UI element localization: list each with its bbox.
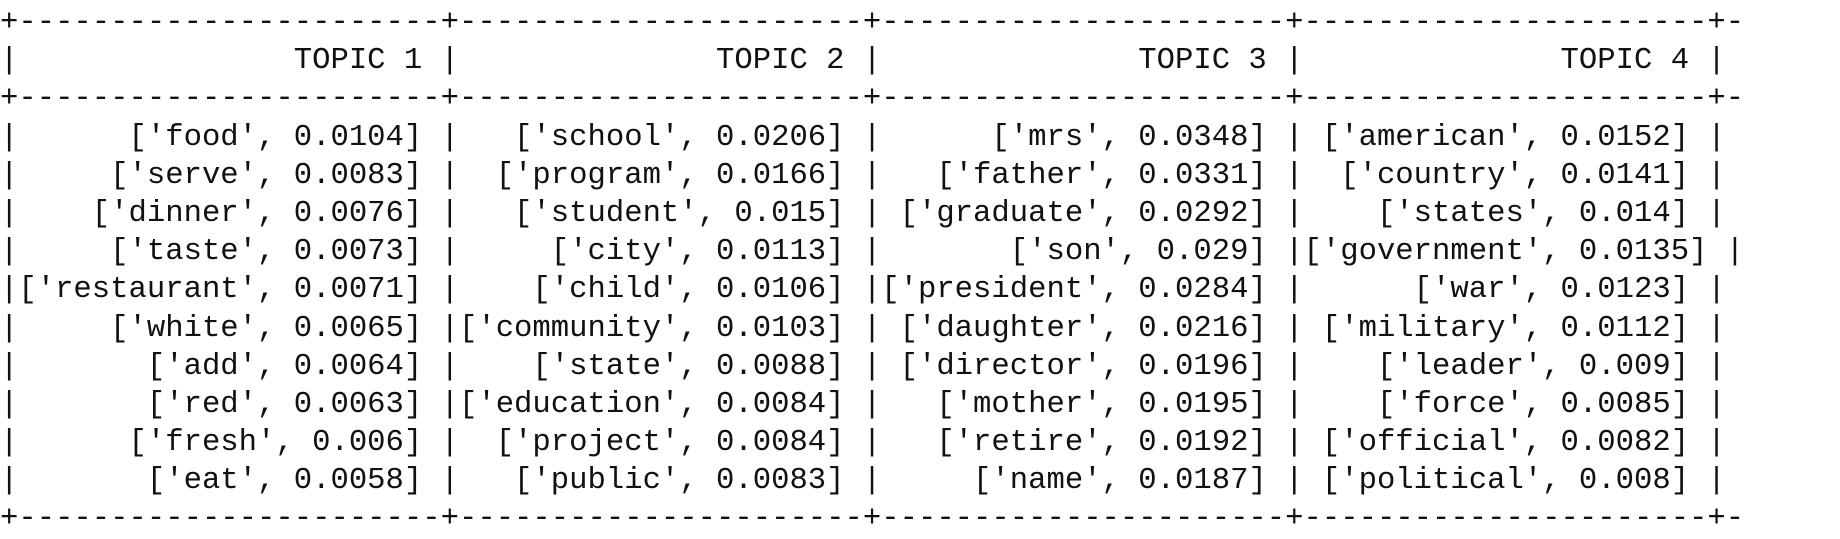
table-row: | ['serve', 0.0083] | ['program', 0.0166…: [0, 158, 1726, 193]
cell-r2-c1: ['student', 0.015]: [458, 196, 863, 231]
header-topic-3: TOPIC 3: [881, 44, 1286, 79]
cell-r1-c3: ['country', 0.0141]: [1303, 158, 1708, 193]
cell-r6-c3: ['leader', 0.009]: [1303, 349, 1708, 384]
cell-r4-c3: ['war', 0.0123]: [1303, 273, 1708, 308]
cell-r8-c0: ['fresh', 0.006]: [18, 426, 441, 461]
cell-r0-c1: ['school', 0.0206]: [458, 120, 863, 155]
table-row: | ['white', 0.0065] |['community', 0.010…: [0, 311, 1726, 346]
cell-r4-c1: ['child', 0.0106]: [458, 273, 863, 308]
cell-r6-c0: ['add', 0.0064]: [18, 349, 441, 384]
cell-r2-c0: ['dinner', 0.0076]: [18, 196, 441, 231]
cell-r2-c2: ['graduate', 0.0292]: [881, 196, 1286, 231]
cell-r4-c0: ['restaurant', 0.0071]: [18, 273, 441, 308]
cell-r8-c2: ['retire', 0.0192]: [881, 426, 1286, 461]
table-row: | ['add', 0.0064] | ['state', 0.0088] | …: [0, 349, 1726, 384]
cell-r8-c1: ['project', 0.0084]: [458, 426, 863, 461]
cell-r5-c2: ['daughter', 0.0216]: [881, 311, 1286, 346]
table-row: | ['red', 0.0063] |['education', 0.0084]…: [0, 387, 1726, 422]
topic-table: +-----------------------+---------------…: [0, 4, 1744, 539]
cell-r1-c0: ['serve', 0.0083]: [18, 158, 441, 193]
cell-r7-c0: ['red', 0.0063]: [18, 387, 441, 422]
cell-r3-c0: ['taste', 0.0073]: [18, 235, 441, 270]
table-row: | ['taste', 0.0073] | ['city', 0.0113] |…: [0, 235, 1745, 270]
cell-r0-c2: ['mrs', 0.0348]: [881, 120, 1286, 155]
cell-r3-c3: ['government', 0.0135]: [1303, 235, 1726, 270]
cell-r4-c2: ['president', 0.0284]: [881, 273, 1286, 308]
table-border-bottom: +-----------------------+---------------…: [0, 502, 1745, 537]
cell-r0-c3: ['american', 0.0152]: [1303, 120, 1708, 155]
cell-r7-c3: ['force', 0.0085]: [1303, 387, 1708, 422]
cell-r5-c3: ['military', 0.0112]: [1303, 311, 1708, 346]
table-header-row: | TOPIC 1 | TOPIC 2 | TOPIC 3 | TOPIC 4 …: [0, 44, 1726, 79]
cell-r3-c1: ['city', 0.0113]: [458, 235, 863, 270]
cell-r9-c3: ['political', 0.008]: [1303, 464, 1708, 499]
table-row: | ['eat', 0.0058] | ['public', 0.0083] |…: [0, 464, 1726, 499]
cell-r2-c3: ['states', 0.014]: [1303, 196, 1708, 231]
cell-r7-c1: ['education', 0.0084]: [458, 387, 863, 422]
cell-r3-c2: ['son', 0.029]: [881, 235, 1286, 270]
cell-r7-c2: ['mother', 0.0195]: [881, 387, 1286, 422]
cell-r6-c2: ['director', 0.0196]: [881, 349, 1286, 384]
table-row: | ['food', 0.0104] | ['school', 0.0206] …: [0, 120, 1726, 155]
cell-r6-c1: ['state', 0.0088]: [458, 349, 863, 384]
cell-r5-c0: ['white', 0.0065]: [18, 311, 441, 346]
cell-r1-c1: ['program', 0.0166]: [458, 158, 863, 193]
cell-r0-c0: ['food', 0.0104]: [18, 120, 441, 155]
header-topic-1: TOPIC 1: [18, 44, 441, 79]
table-row: |['restaurant', 0.0071] | ['child', 0.01…: [0, 273, 1726, 308]
cell-r9-c1: ['public', 0.0083]: [458, 464, 863, 499]
table-row: | ['fresh', 0.006] | ['project', 0.0084]…: [0, 426, 1726, 461]
header-topic-4: TOPIC 4: [1303, 44, 1708, 79]
cell-r9-c2: ['name', 0.0187]: [881, 464, 1286, 499]
cell-r5-c1: ['community', 0.0103]: [458, 311, 863, 346]
table-border-mid: +-----------------------+---------------…: [0, 82, 1745, 117]
header-topic-2: TOPIC 2: [458, 44, 863, 79]
table-border-top: +-----------------------+---------------…: [0, 6, 1745, 40]
cell-r1-c2: ['father', 0.0331]: [881, 158, 1286, 193]
cell-r8-c3: ['official', 0.0082]: [1303, 426, 1708, 461]
table-row: | ['dinner', 0.0076] | ['student', 0.015…: [0, 196, 1726, 231]
cell-r9-c0: ['eat', 0.0058]: [18, 464, 441, 499]
